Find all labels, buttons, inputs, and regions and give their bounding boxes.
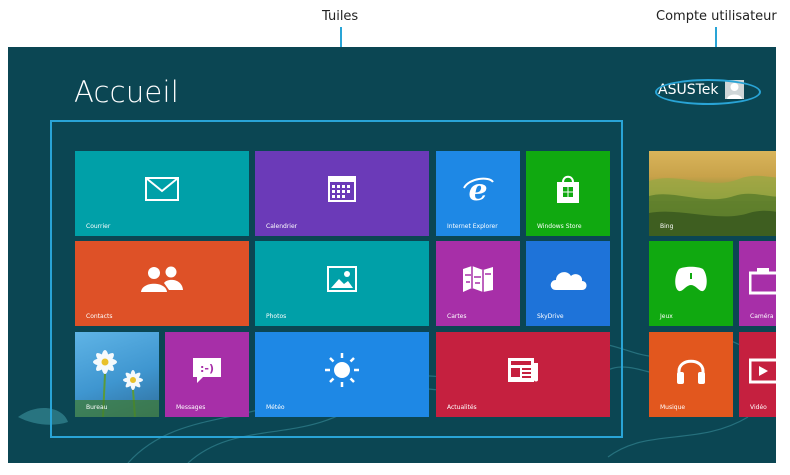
tile-label: Photos: [266, 313, 287, 320]
tile-courrier[interactable]: Courrier: [75, 151, 249, 236]
user-account-highlight: [655, 79, 761, 105]
video-icon: [749, 358, 776, 384]
headphones-icon: [677, 360, 705, 385]
map-icon: [463, 266, 493, 293]
camera-icon: [749, 268, 776, 295]
tiles-callout-label: Tuiles: [322, 9, 359, 24]
tile-label: Windows Store: [537, 223, 582, 230]
mail-icon: [145, 177, 179, 202]
tile-label: Caméra: [750, 313, 774, 320]
tile-label: Messages: [176, 404, 206, 411]
start-screen: Accueil ASUSTek Courrier Calendrier e In…: [8, 47, 776, 463]
store-icon: [557, 176, 579, 204]
tile-cartes[interactable]: Cartes: [436, 241, 520, 326]
svg-text::-): :-): [200, 362, 214, 375]
tile-actualites[interactable]: Actualités: [436, 332, 610, 417]
tile-internet-explorer[interactable]: e Internet Explorer: [436, 151, 520, 236]
sun-icon: [325, 353, 359, 388]
tile-label: Actualités: [447, 404, 477, 411]
people-icon: [141, 266, 183, 293]
messaging-icon: :-): [193, 358, 221, 384]
tile-label: SkyDrive: [537, 313, 564, 320]
tile-messages[interactable]: :-) Messages: [165, 332, 249, 417]
tile-label: Cartes: [447, 313, 467, 320]
tile-label: Jeux: [660, 313, 673, 320]
tile-label: Bing: [660, 223, 674, 230]
user-account-callout-label: Compte utilisateur: [656, 9, 777, 24]
calendar-icon: [328, 176, 356, 203]
tile-label: Contacts: [86, 313, 113, 320]
tile-label: Musique: [660, 404, 686, 411]
tile-label: Bureau: [86, 404, 108, 411]
tile-photos[interactable]: Photos: [255, 241, 429, 326]
tile-contacts[interactable]: Contacts: [75, 241, 249, 326]
gamepad-icon: [675, 267, 707, 292]
tile-skydrive[interactable]: SkyDrive: [526, 241, 610, 326]
tile-bureau[interactable]: Bureau: [75, 332, 159, 417]
tile-windows-store[interactable]: Windows Store: [526, 151, 610, 236]
page-title: Accueil: [74, 75, 179, 109]
tile-meteo[interactable]: Météo: [255, 332, 429, 417]
tile-calendrier[interactable]: Calendrier: [255, 151, 429, 236]
tile-musique[interactable]: Musique: [649, 332, 733, 417]
tile-bing[interactable]: Bing: [649, 151, 776, 236]
news-icon: [508, 358, 538, 383]
tile-camera[interactable]: Caméra: [739, 241, 776, 326]
photo-icon: [327, 266, 357, 293]
tile-label: Météo: [266, 404, 285, 411]
cloud-icon: [550, 272, 587, 291]
internet-explorer-icon: e: [463, 174, 494, 204]
tile-label: Internet Explorer: [447, 223, 498, 230]
tile-label: Vidéo: [750, 404, 767, 411]
tile-video[interactable]: Vidéo: [739, 332, 776, 417]
tile-label: Calendrier: [266, 223, 298, 230]
tile-label: Courrier: [86, 223, 111, 230]
tile-jeux[interactable]: Jeux: [649, 241, 733, 326]
